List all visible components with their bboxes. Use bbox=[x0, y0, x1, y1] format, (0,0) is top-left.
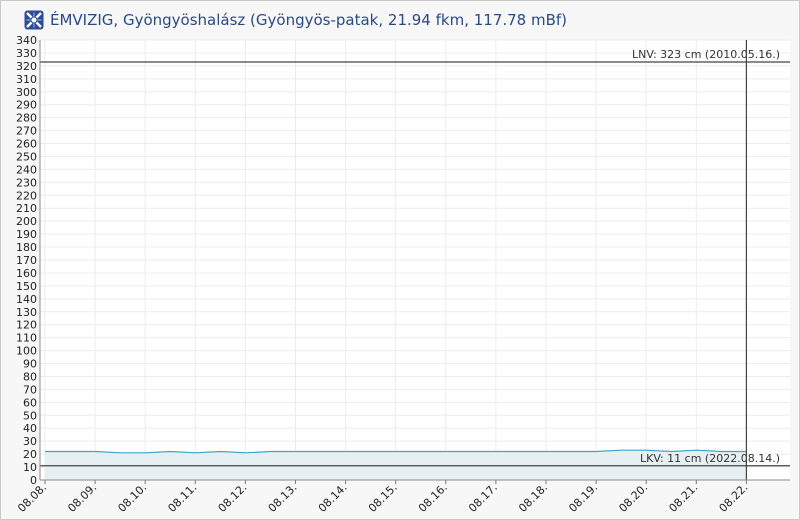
y-tick-label: 340 bbox=[16, 34, 37, 47]
x-tick-label: 08.11. bbox=[165, 481, 199, 515]
y-tick-label: 280 bbox=[16, 112, 37, 125]
x-tick-label: 08.22. bbox=[717, 481, 751, 515]
y-tick-label: 210 bbox=[16, 202, 37, 215]
y-tick-label: 50 bbox=[23, 409, 37, 422]
x-tick-label: 08.21. bbox=[666, 481, 700, 515]
y-tick-label: 160 bbox=[16, 267, 37, 280]
y-tick-label: 320 bbox=[16, 60, 37, 73]
y-tick-label: 300 bbox=[16, 86, 37, 99]
x-tick-label: 08.17. bbox=[466, 481, 500, 515]
y-tick-label: 240 bbox=[16, 163, 37, 176]
x-tick-label: 08.09. bbox=[65, 481, 99, 515]
y-tick-label: 220 bbox=[16, 189, 37, 202]
y-tick-label: 150 bbox=[16, 280, 37, 293]
y-tick-label: 260 bbox=[16, 138, 37, 151]
y-tick-label: 250 bbox=[16, 150, 37, 163]
y-tick-label: 30 bbox=[23, 435, 37, 448]
y-tick-label: 130 bbox=[16, 306, 37, 319]
x-tick-label: 08.18. bbox=[516, 481, 550, 515]
x-tick-label: 08.14. bbox=[316, 481, 350, 515]
y-tick-label: 60 bbox=[23, 396, 37, 409]
y-tick-label: 230 bbox=[16, 176, 37, 189]
y-tick-label: 40 bbox=[23, 422, 37, 435]
y-tick-label: 70 bbox=[23, 383, 37, 396]
y-tick-label: 330 bbox=[16, 47, 37, 60]
water-level-chart: LNV: 323 cm (2010.05.16.) LKV: 11 cm (202… bbox=[15, 34, 790, 515]
x-tick-label: 08.19. bbox=[566, 481, 600, 515]
y-tick-label: 120 bbox=[16, 319, 37, 332]
y-tick-label: 100 bbox=[16, 345, 37, 358]
ref-label-lkv: LKV: 11 cm (2022.08.14.) bbox=[640, 452, 780, 465]
y-tick-label: 170 bbox=[16, 254, 37, 267]
x-tick-label: 08.16. bbox=[416, 481, 450, 515]
y-tick-label: 80 bbox=[23, 370, 37, 383]
y-tick-label: 20 bbox=[23, 448, 37, 461]
y-tick-label: 290 bbox=[16, 99, 37, 112]
x-tick-label: 08.10. bbox=[115, 481, 149, 515]
y-tick-label: 270 bbox=[16, 125, 37, 138]
x-tick-label: 08.13. bbox=[266, 481, 300, 515]
y-tick-label: 110 bbox=[16, 332, 37, 345]
y-tick-label: 10 bbox=[23, 461, 37, 474]
y-tick-label: 140 bbox=[16, 293, 37, 306]
ref-label-lnv: LNV: 323 cm (2010.05.16.) bbox=[632, 48, 780, 61]
y-tick-label: 90 bbox=[23, 358, 37, 371]
x-tick-label: 08.20. bbox=[616, 481, 650, 515]
y-tick-label: 180 bbox=[16, 241, 37, 254]
x-tick-label: 08.12. bbox=[216, 481, 250, 515]
y-tick-label: 200 bbox=[16, 215, 37, 228]
x-tick-label: 08.15. bbox=[366, 481, 400, 515]
y-tick-label: 310 bbox=[16, 73, 37, 86]
y-tick-label: 190 bbox=[16, 228, 37, 241]
